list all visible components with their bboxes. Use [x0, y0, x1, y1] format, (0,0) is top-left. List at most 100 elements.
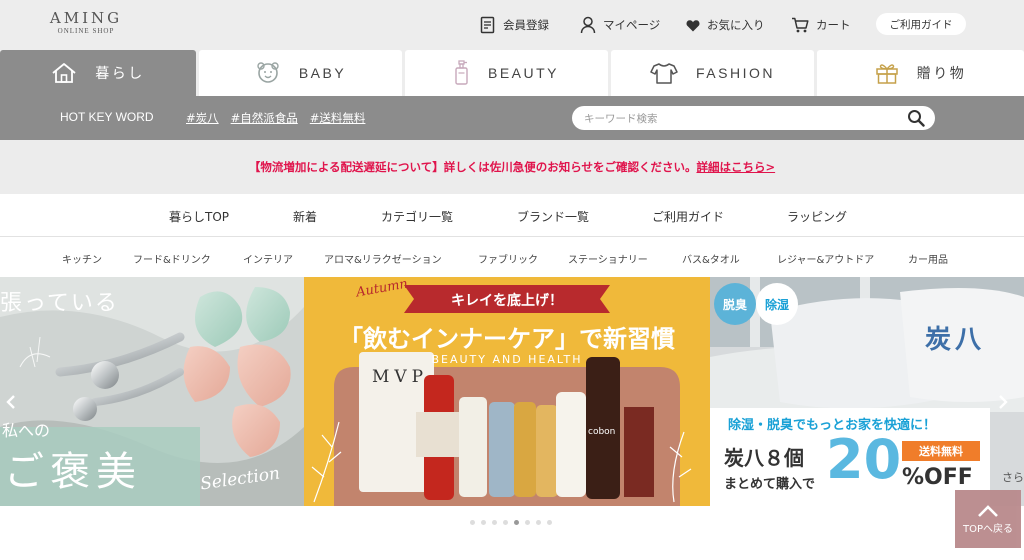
free-shipping-badge: 送料無料 — [902, 441, 980, 461]
tab-kurashi[interactable]: 暮らし — [0, 50, 196, 96]
hot-keyword-title: HOT KEY WORD — [60, 110, 154, 124]
hot-tag-link[interactable]: #炭八 — [186, 110, 219, 126]
hot-keyword-tags: #炭八 #自然派食品 #送料無料 — [186, 110, 365, 126]
carousel-dot[interactable] — [525, 520, 530, 525]
heart-icon — [686, 19, 700, 31]
bottle-icon — [455, 60, 468, 85]
cart-link[interactable]: カート — [791, 0, 851, 50]
badge-dehumidify: 除湿 — [756, 283, 798, 325]
nav-guide[interactable]: ご利用ガイド — [652, 208, 724, 225]
carousel-dot[interactable] — [536, 520, 541, 525]
banner-sumihachi-percent: 20 — [826, 428, 902, 491]
nav-new[interactable]: 新着 — [293, 208, 317, 225]
tab-fashion-label: FASHION — [696, 65, 775, 81]
banner-inner-care-sub: BEAUTY AND HEALTH — [431, 353, 583, 366]
mypage-link[interactable]: マイページ — [580, 0, 660, 50]
carousel-dot[interactable] — [492, 520, 497, 525]
chevron-up-icon — [978, 504, 998, 517]
badge-deodorize-text: 脱臭 — [722, 297, 747, 312]
carousel-dot[interactable] — [547, 520, 552, 525]
subnav-food-drink[interactable]: フード&ドリンク — [133, 251, 211, 266]
logo-sub-text: ONLINE SHOP — [57, 27, 115, 35]
subnav-fabric[interactable]: ファブリック — [478, 251, 538, 266]
banner-sumihachi-partial: さら — [1002, 471, 1024, 484]
banner-selection-title: ご褒美 — [4, 449, 142, 495]
gift-icon — [876, 64, 898, 84]
carousel-prev-button[interactable] — [2, 387, 20, 417]
banner-sumihachi[interactable]: 脱臭 除湿 炭八 除湿・脱臭でもっとお家を快適に！ 炭八８個 まとめて購入で 2… — [710, 277, 1024, 506]
baby-icon — [257, 62, 279, 83]
tab-fashion[interactable]: FASHION — [611, 50, 814, 96]
subnav-kitchen[interactable]: キッチン — [62, 251, 102, 266]
cart-label: カート — [816, 18, 851, 32]
main-nav: 暮らしTOP 新着 カテゴリ一覧 ブランド一覧 ご利用ガイド ラッピング — [0, 194, 1024, 237]
carousel-dot[interactable] — [481, 520, 486, 525]
banner-sumihachi-line3: まとめて購入で — [724, 477, 816, 492]
register-icon — [480, 16, 495, 34]
banner-inner-care-headline: 「飲むインナーケア」で新習慣 — [304, 319, 710, 354]
banner-inner-care-bag-label: MVP — [372, 367, 429, 387]
banner-sumihachi-line2: 炭八８個 — [724, 446, 804, 470]
chevron-left-icon — [6, 395, 15, 409]
mypage-label: マイページ — [603, 18, 661, 32]
tab-baby-label: BABY — [298, 65, 347, 81]
banner-inner-care-art — [304, 277, 710, 506]
tab-beauty-label: BEAUTY — [487, 65, 559, 81]
subnav-leisure[interactable]: レジャー&アウトドア — [777, 251, 874, 266]
banner-inner-care-headline-b: で新習慣 — [579, 325, 675, 353]
carousel-dots — [470, 520, 552, 525]
badge-dehumidify-text: 除湿 — [764, 297, 789, 312]
subnav-car[interactable]: カー用品 — [908, 251, 948, 266]
tab-beauty[interactable]: BEAUTY — [405, 50, 608, 96]
notice-link[interactable]: 詳細はこちら> — [696, 159, 775, 175]
chevron-right-icon — [999, 395, 1008, 409]
register-link[interactable]: 会員登録 — [480, 0, 549, 50]
search-input[interactable]: キーワード検索 — [572, 106, 935, 130]
search-placeholder: キーワード検索 — [584, 113, 658, 125]
tab-baby[interactable]: BABY — [199, 50, 402, 96]
tab-gift-label: 贈り物 — [916, 65, 967, 81]
top-header: AMING ONLINE SHOP 会員登録 マイページ お気に入り カート ご… — [0, 0, 1024, 50]
category-tabs: 暮らし BABY BEAUTY FASHION 贈り物 — [0, 50, 1024, 96]
banner-selection-sub-text: 私への — [2, 421, 51, 440]
register-label: 会員登録 — [503, 18, 549, 32]
cart-icon — [792, 17, 809, 33]
favorites-link[interactable]: お気に入り — [686, 0, 765, 50]
user-icon — [580, 16, 596, 34]
notice-text: 【物流増加による配送遅延について】詳しくは佐川急便のお知らせをご確認ください。 — [248, 160, 697, 174]
hot-tag-link[interactable]: #自然派食品 — [231, 110, 298, 126]
nav-kurashi-top[interactable]: 暮らしTOP — [169, 208, 229, 225]
banner-inner-care[interactable]: Autumn キレイを底上げ！ 「飲むインナーケア」で新習慣 BEAUTY AN… — [304, 277, 710, 506]
free-shipping-text: 送料無料 — [919, 445, 963, 458]
back-to-top-label: TOPへ戻る — [962, 523, 1013, 535]
sub-nav: キッチン フード&ドリンク インテリア アロマ&リラクゼーション ファブリック … — [0, 237, 1024, 277]
carousel-dot-active[interactable] — [514, 520, 519, 525]
banner-inner-care-bottle-label: cobon — [588, 427, 616, 437]
banner-selection-top-text: 張っている — [0, 291, 119, 316]
subnav-aroma[interactable]: アロマ&リラクゼーション — [324, 251, 442, 266]
banner-inner-care-headline-a: 「飲むインナーケア」 — [339, 325, 579, 353]
banner-inner-care-ribbon: キレイを底上げ！ — [451, 293, 563, 309]
carousel-dot[interactable] — [470, 520, 475, 525]
search-icon[interactable] — [907, 109, 925, 127]
nav-category-list[interactable]: カテゴリ一覧 — [381, 208, 453, 225]
tab-gift[interactable]: 贈り物 — [817, 50, 1024, 96]
subnav-stationery[interactable]: ステーショナリー — [568, 251, 648, 266]
hero-carousel: 張っている 私への ご褒美 Selection Autumn キレイを底上げ！ … — [0, 277, 1024, 506]
site-logo[interactable]: AMING ONLINE SHOP — [44, 10, 128, 35]
nav-wrapping[interactable]: ラッピング — [787, 208, 847, 225]
carousel-next-button[interactable] — [994, 387, 1012, 417]
notice-banner: 【物流増加による配送遅延について】詳しくは佐川急便のお知らせをご確認ください。 … — [0, 140, 1024, 194]
bag-print-text: 炭八 — [925, 325, 986, 355]
carousel-dot[interactable] — [503, 520, 508, 525]
banner-selection[interactable]: 張っている 私への ご褒美 Selection — [0, 277, 304, 506]
favorites-label: お気に入り — [707, 18, 765, 32]
guide-button[interactable]: ご利用ガイド — [876, 13, 966, 35]
back-to-top-button[interactable]: TOPへ戻る — [955, 490, 1021, 548]
subnav-bath-towel[interactable]: バス&タオル — [682, 251, 740, 266]
hot-tag-link[interactable]: #送料無料 — [310, 110, 366, 126]
nav-brand-list[interactable]: ブランド一覧 — [517, 208, 589, 225]
subnav-interior[interactable]: インテリア — [243, 251, 293, 266]
house-icon — [52, 63, 76, 83]
tab-kurashi-label: 暮らし — [95, 65, 145, 81]
